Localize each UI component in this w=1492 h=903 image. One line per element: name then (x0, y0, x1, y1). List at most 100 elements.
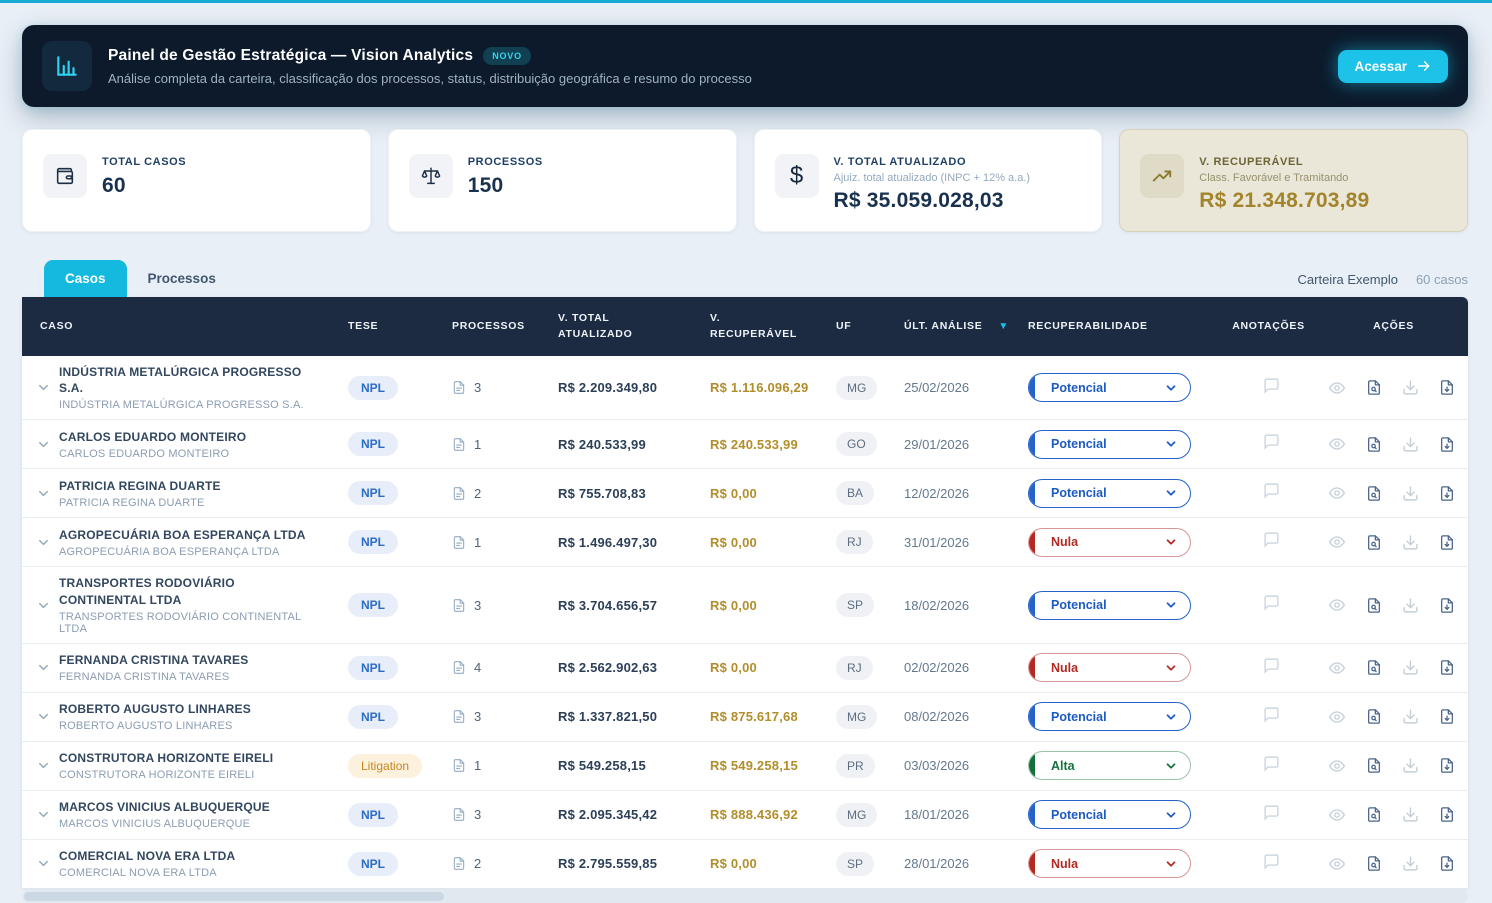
comment-icon[interactable] (1263, 377, 1280, 394)
scrollbar-thumb[interactable] (24, 892, 444, 901)
dollar-icon: $ (775, 154, 819, 198)
view-icon[interactable] (1328, 597, 1346, 613)
recuperabilidade-select[interactable]: Potencial (1028, 373, 1191, 402)
recuperabilidade-select[interactable]: Potencial (1028, 591, 1191, 620)
header-ult-analise[interactable]: ÚLT. ANÁLISE ▼ (904, 319, 1028, 335)
download-icon[interactable] (1402, 379, 1419, 396)
recuperabilidade-select[interactable]: Nula (1028, 849, 1191, 878)
export-file-icon[interactable] (1439, 534, 1455, 551)
chevron-down-icon[interactable] (36, 535, 51, 550)
bar-chart-icon (42, 41, 92, 91)
file-search-icon[interactable] (1366, 485, 1382, 502)
horizontal-scrollbar[interactable] (22, 890, 1468, 903)
chevron-down-icon[interactable] (36, 807, 51, 822)
comment-icon[interactable] (1263, 433, 1280, 450)
file-search-icon[interactable] (1366, 436, 1382, 453)
export-file-icon[interactable] (1439, 757, 1455, 774)
v-total-value: R$ 1.337.821,50 (558, 709, 710, 724)
case-subtitle: CARLOS EDUARDO MONTEIRO (59, 448, 246, 460)
recuperabilidade-select[interactable]: Alta (1028, 751, 1191, 780)
comment-icon[interactable] (1263, 657, 1280, 674)
export-file-icon[interactable] (1439, 485, 1455, 502)
header-tese[interactable]: TESE (348, 319, 452, 335)
file-search-icon[interactable] (1366, 659, 1382, 676)
sort-desc-icon[interactable]: ▼ (998, 319, 1009, 334)
view-icon[interactable] (1328, 380, 1346, 396)
comment-icon[interactable] (1263, 853, 1280, 870)
recuperabilidade-select[interactable]: Potencial (1028, 702, 1191, 731)
recuperabilidade-select[interactable]: Potencial (1028, 430, 1191, 459)
export-file-icon[interactable] (1439, 597, 1455, 614)
tab-casos[interactable]: Casos (44, 260, 127, 297)
download-icon[interactable] (1402, 597, 1419, 614)
comment-icon[interactable] (1263, 482, 1280, 499)
header-processos[interactable]: PROCESSOS (452, 319, 558, 335)
v-recuperavel-value: R$ 0,00 (710, 856, 836, 871)
chevron-down-icon[interactable] (36, 709, 51, 724)
comment-icon[interactable] (1263, 594, 1280, 611)
view-icon[interactable] (1328, 485, 1346, 501)
download-icon[interactable] (1402, 659, 1419, 676)
file-search-icon[interactable] (1366, 597, 1382, 614)
tese-badge: Litigation (348, 754, 422, 778)
view-icon[interactable] (1328, 436, 1346, 452)
comment-icon[interactable] (1263, 706, 1280, 723)
view-icon[interactable] (1328, 856, 1346, 872)
file-search-icon[interactable] (1366, 708, 1382, 725)
chevron-down-icon[interactable] (36, 486, 51, 501)
header-caso[interactable]: CASO (22, 319, 348, 335)
chevron-down-icon[interactable] (36, 598, 51, 613)
export-file-icon[interactable] (1439, 855, 1455, 872)
view-icon[interactable] (1328, 534, 1346, 550)
download-icon[interactable] (1402, 534, 1419, 551)
export-file-icon[interactable] (1439, 436, 1455, 453)
export-file-icon[interactable] (1439, 806, 1455, 823)
file-search-icon[interactable] (1366, 806, 1382, 823)
header-v-recuperavel[interactable]: V. RECUPERÁVEL (710, 311, 836, 343)
comment-icon[interactable] (1263, 804, 1280, 821)
recuperabilidade-select[interactable]: Potencial (1028, 479, 1191, 508)
v-recuperavel-value: R$ 0,00 (710, 598, 836, 613)
export-file-icon[interactable] (1439, 659, 1455, 676)
header-recuperabilidade[interactable]: RECUPERABILIDADE (1028, 319, 1218, 335)
header-uf[interactable]: UF (836, 319, 904, 335)
v-total-value: R$ 2.562.902,63 (558, 660, 710, 675)
wallet-icon (43, 154, 87, 198)
view-icon[interactable] (1328, 807, 1346, 823)
export-file-icon[interactable] (1439, 708, 1455, 725)
chevron-down-icon[interactable] (36, 380, 51, 395)
scales-icon (409, 154, 453, 198)
download-icon[interactable] (1402, 855, 1419, 872)
select-chevron-icon (1164, 437, 1178, 451)
chevron-down-icon[interactable] (36, 758, 51, 773)
download-icon[interactable] (1402, 485, 1419, 502)
header-anotacoes[interactable]: ANOTAÇÕES (1218, 319, 1325, 335)
view-icon[interactable] (1328, 709, 1346, 725)
download-icon[interactable] (1402, 708, 1419, 725)
download-icon[interactable] (1402, 806, 1419, 823)
chevron-down-icon[interactable] (36, 856, 51, 871)
view-icon[interactable] (1328, 758, 1346, 774)
file-search-icon[interactable] (1366, 379, 1382, 396)
download-icon[interactable] (1402, 436, 1419, 453)
comment-icon[interactable] (1263, 531, 1280, 548)
chevron-down-icon[interactable] (36, 437, 51, 452)
file-search-icon[interactable] (1366, 757, 1382, 774)
download-icon[interactable] (1402, 757, 1419, 774)
uf-badge: BA (836, 481, 874, 505)
file-search-icon[interactable] (1366, 534, 1382, 551)
recuperabilidade-select[interactable]: Potencial (1028, 800, 1191, 829)
export-file-icon[interactable] (1439, 379, 1455, 396)
v-recuperavel-value: R$ 875.617,68 (710, 709, 836, 724)
tab-processos[interactable]: Processos (127, 260, 237, 297)
v-recuperavel-value: R$ 888.436,92 (710, 807, 836, 822)
comment-icon[interactable] (1263, 755, 1280, 772)
header-v-total[interactable]: V. TOTAL ATUALIZADO (558, 311, 710, 343)
recuperabilidade-select[interactable]: Nula (1028, 653, 1191, 682)
file-search-icon[interactable] (1366, 855, 1382, 872)
chevron-down-icon[interactable] (36, 660, 51, 675)
view-icon[interactable] (1328, 660, 1346, 676)
acessar-button[interactable]: Acessar (1338, 50, 1448, 83)
tese-badge: NPL (348, 705, 398, 729)
recuperabilidade-select[interactable]: Nula (1028, 528, 1191, 557)
